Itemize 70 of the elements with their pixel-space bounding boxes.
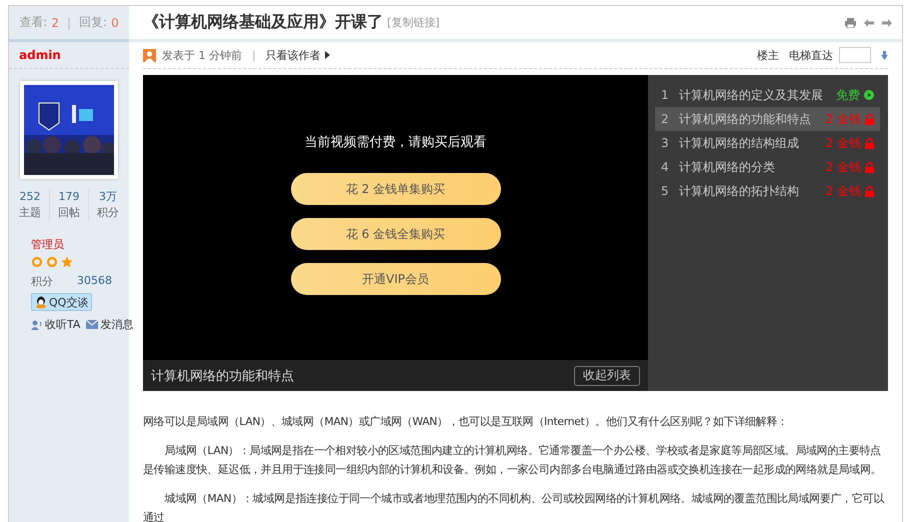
playlist-item[interactable]: 2 计算机网络的功能和特点 2 金钱 [655,107,880,131]
episode-number: 2 [661,112,670,126]
episode-number: 3 [661,136,670,150]
points-value: 30568 [77,274,112,289]
stat-value[interactable]: 252 [20,189,40,205]
playlist-item[interactable]: 3 计算机网络的结构组成 2 金钱 [655,131,880,155]
current-video-title: 计算机网络的功能和特点 [151,368,294,384]
lock-icon [865,186,874,196]
playlist-item[interactable]: 1 计算机网络的定义及其发展 免费 [655,83,880,107]
views-count: 2 [51,16,59,30]
thread-title: 《计算机网络基础及应用》开课了 [143,12,383,33]
stat-label: 主题 [19,205,41,221]
playlist-item[interactable]: 4 计算机网络的分类 2 金钱 [655,155,880,179]
purchase-button[interactable]: 花 2 金钱单集购买 [290,173,500,205]
envelope-icon [86,320,98,329]
playlist-item[interactable]: 5 计算机网络的拓扑结构 2 金钱 [655,179,880,203]
star-icon [61,256,73,268]
paragraph: 网络可以是局域网（LAN）、城域网（MAN）或广域网（WAN），也可以是互联网（Internet）。他们又有什么区别呢？如下详细解释： [143,414,789,430]
play-icon [864,90,874,100]
points-label: 积分 [31,274,53,289]
episode-number: 5 [661,184,670,198]
stat-label: 回帖 [58,205,80,221]
payment-prompt: 当前视频需付费，请购买后观看 [304,134,486,151]
next-arrow-icon[interactable] [882,18,892,26]
print-icon[interactable] [845,18,856,28]
post-time: 发表于 1 分钟前 [162,48,242,62]
episode-number: 1 [661,88,670,102]
qq-chat-button[interactable]: QQ交谈 [31,293,92,311]
lock-icon [865,114,874,124]
follow-link[interactable]: 收听TA [31,317,80,332]
user-group: 管理员 [31,237,129,252]
episode-title: 计算机网络的结构组成 [679,134,799,152]
episode-price: 2 金钱 [826,110,861,128]
lock-icon [865,138,874,148]
episode-title: 计算机网络的拓扑结构 [679,182,799,200]
episode-price: 免费 [836,86,860,104]
sun-icon [31,256,43,268]
episode-title: 计算机网络的定义及其发展 [679,86,823,104]
episode-price: 2 金钱 [826,134,861,152]
episode-number: 4 [661,160,670,174]
views-label: 查看: [19,14,48,31]
paragraph: 局域网（LAN）：局域网是指在一个相对较小的区域范围内建立的计算机网络。它通常覆盖一个办公楼、学校或者是家庭等局部区域。局域网的主要特点是传输速度快、延迟低，并且用于连接同一组织内部的计算机和设备。例如，一家公司内部多台电脑通过路由器或交换机连接在一起形成的网络就是局域网。 [143,443,882,478]
lock-icon [865,162,874,172]
episode-title: 计算机网络的功能和特点 [679,110,811,128]
stat-value[interactable]: 3万 [99,189,117,205]
user-icon [31,320,43,330]
stat-value[interactable]: 179 [58,189,80,205]
down-arrow-icon[interactable] [881,50,888,60]
message-link[interactable]: 发消息 [86,317,134,332]
user-icon [143,48,156,62]
sun-icon [46,256,58,268]
floor-label: 楼主 [757,48,779,62]
stat-label: 积分 [97,205,119,221]
penguin-icon [35,296,47,308]
separator: | [66,16,72,30]
collapse-list-button[interactable]: 收起列表 [574,366,640,386]
purchase-button[interactable]: 开通VIP会员 [290,263,500,295]
episode-price: 2 金钱 [826,182,861,200]
episode-title: 计算机网络的分类 [679,158,775,176]
previous-arrow-icon[interactable] [864,18,874,26]
floor-input[interactable] [839,47,871,63]
caret-icon [324,51,330,59]
author-only-link[interactable]: 只看该作者 [266,48,330,62]
separator: | [252,48,256,62]
replies-label: 回复: [79,14,108,31]
paragraph: 城域网（MAN）：城域网是指连接位于同一个城市或者地理范围内的不同机构、公司或校园网络的计算机网络。城域网的覆盖范围比局域网要广，它可以通过 [143,491,886,522]
purchase-button[interactable]: 花 6 金钱全集购买 [290,218,500,250]
jump-label: 电梯直达 [789,48,833,62]
replies-count: 0 [111,16,119,30]
episode-price: 2 金钱 [826,158,861,176]
